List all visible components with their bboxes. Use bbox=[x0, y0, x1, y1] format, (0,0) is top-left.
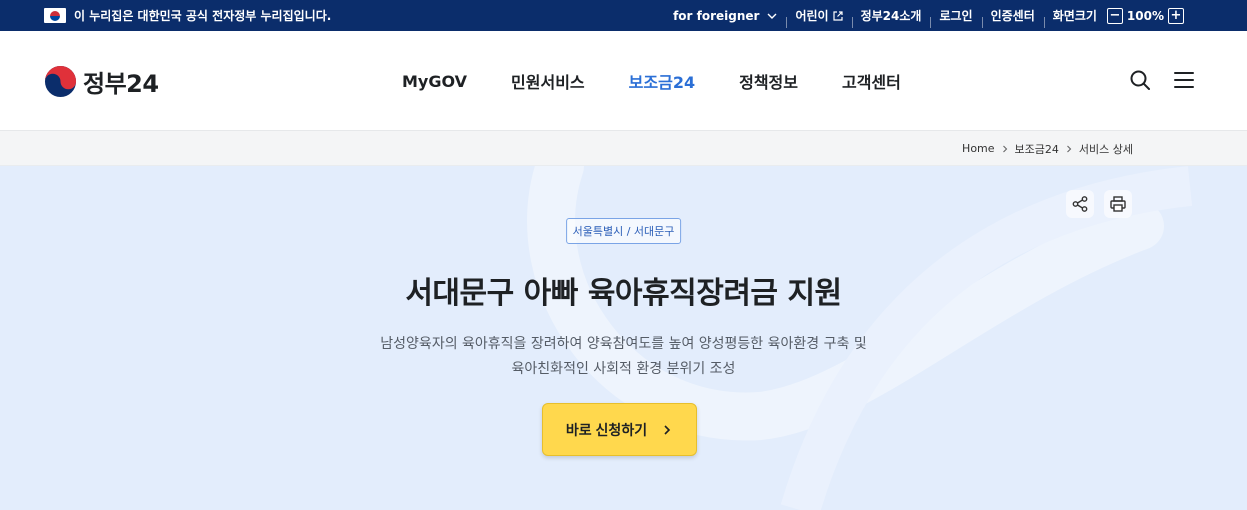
breadcrumb-home[interactable]: Home bbox=[962, 142, 994, 155]
login-link[interactable]: 로그인 bbox=[930, 7, 981, 28]
hero-tools bbox=[1066, 190, 1132, 218]
nav-item-civil-service[interactable]: 민원서비스 bbox=[489, 69, 607, 93]
kids-link[interactable]: 어린이 bbox=[786, 7, 851, 28]
zoom-in-button[interactable]: + bbox=[1168, 7, 1184, 24]
share-button[interactable] bbox=[1066, 190, 1094, 218]
service-description-line-2: 육아친화적인 사회적 환경 분위기 조성 bbox=[511, 361, 736, 377]
chevron-right-icon bbox=[1067, 145, 1072, 152]
chevron-right-icon bbox=[664, 424, 671, 435]
gov-notice: 이 누리집은 대한민국 공식 전자정부 누리집입니다. bbox=[44, 0, 331, 31]
share-icon bbox=[1072, 196, 1088, 212]
logo-text: 정부24 bbox=[83, 70, 159, 98]
site-logo[interactable]: 정부24 bbox=[44, 64, 159, 99]
print-icon bbox=[1110, 196, 1126, 212]
breadcrumb-current: 서비스 상세 bbox=[1078, 142, 1133, 156]
menu-icon[interactable] bbox=[1173, 69, 1195, 91]
nav-item-mygov[interactable]: MyGOV bbox=[380, 72, 489, 91]
chevron-right-icon bbox=[1002, 145, 1007, 152]
taeguk-logo-icon bbox=[44, 65, 77, 98]
about-link[interactable]: 정부24소개 bbox=[851, 7, 931, 28]
service-description: 남성양육자의 육아휴직을 장려하여 양육참여도를 높여 양성평등한 육아환경 구… bbox=[0, 332, 1247, 382]
cert-center-link[interactable]: 인증센터 bbox=[981, 7, 1044, 28]
external-link-icon bbox=[832, 10, 843, 21]
gov-notice-text: 이 누리집은 대한민국 공식 전자정부 누리집입니다. bbox=[74, 9, 332, 23]
header-icons bbox=[1129, 69, 1195, 91]
for-foreigner-label: for foreigner bbox=[673, 8, 760, 23]
region-tag: 서울특별시 / 서대문구 bbox=[565, 218, 682, 244]
apply-now-label: 바로 신청하기 bbox=[565, 421, 648, 438]
gov-official-banner: 이 누리집은 대한민국 공식 전자정부 누리집입니다. for foreigne… bbox=[0, 0, 1247, 31]
nav-item-policy-info[interactable]: 정책정보 bbox=[717, 69, 820, 93]
print-button[interactable] bbox=[1104, 190, 1132, 218]
korea-flag-icon bbox=[44, 8, 66, 23]
breadcrumb-subsidy24[interactable]: 보조금24 bbox=[1015, 141, 1059, 157]
zoom-label: 화면크기 bbox=[1052, 9, 1097, 23]
apply-now-button[interactable]: 바로 신청하기 bbox=[542, 403, 697, 456]
nav-item-subsidy24[interactable]: 보조금24 bbox=[607, 69, 717, 93]
kids-label: 어린이 bbox=[795, 9, 829, 23]
breadcrumb-bar: Home 보조금24 서비스 상세 bbox=[0, 131, 1247, 166]
for-foreigner-button[interactable]: for foreigner bbox=[664, 9, 786, 23]
search-icon[interactable] bbox=[1129, 69, 1151, 91]
breadcrumb: Home 보조금24 서비스 상세 bbox=[962, 131, 1133, 166]
service-description-line-1: 남성양육자의 육아휴직을 장려하여 양육참여도를 높여 양성평등한 육아환경 구… bbox=[380, 336, 867, 352]
nav-item-customer-center[interactable]: 고객센터 bbox=[820, 69, 923, 93]
service-title: 서대문구 아빠 육아휴직장려금 지원 bbox=[405, 276, 842, 311]
zoom-out-button[interactable]: − bbox=[1106, 7, 1123, 24]
chevron-down-icon bbox=[767, 13, 777, 19]
utility-menu: for foreigner 어린이 정부24소개 로그인 인증센터 화면크기 −… bbox=[664, 0, 1197, 31]
service-hero: 서울특별시 / 서대문구 서대문구 아빠 육아휴직장려금 지원 남성양육자의 육… bbox=[0, 166, 1247, 510]
site-header: 정부24 MyGOV 민원서비스 보조금24 정책정보 고객센터 bbox=[0, 31, 1247, 131]
main-nav: MyGOV 민원서비스 보조금24 정책정보 고객센터 bbox=[380, 31, 923, 131]
zoom-value: 100% bbox=[1126, 8, 1164, 23]
zoom-control: 화면크기 − 100% + bbox=[1043, 7, 1197, 28]
